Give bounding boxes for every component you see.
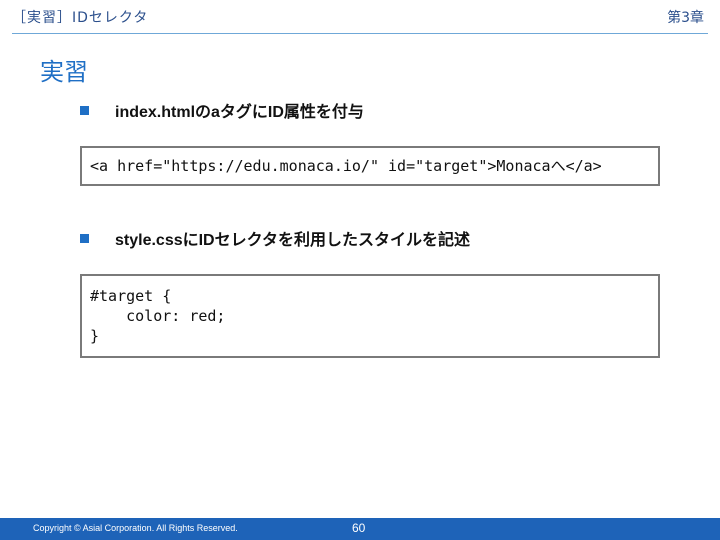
copyright-text: Copyright © Asial Corporation. All Right… (33, 523, 238, 533)
css-code-box: #target { color: red; } (80, 274, 660, 358)
bullet-square-icon (80, 105, 89, 115)
bullet-text: style.cssにIDセレクタを利用したスタイルを記述 (115, 232, 470, 249)
section-title: ［実習］IDセレクタ (12, 10, 149, 26)
chapter-label: 第3章 (667, 10, 704, 26)
bullet-item: index.htmlのaタグにID属性を付与 (80, 98, 364, 122)
header-divider (12, 33, 708, 34)
bullet-square-icon (80, 233, 89, 243)
page-number: 60 (352, 521, 366, 535)
bullet-item: style.cssにIDセレクタを利用したスタイルを記述 (80, 226, 470, 250)
footer-bar: Copyright © Asial Corporation. All Right… (0, 518, 720, 540)
html-code-box: <a href="https://edu.monaca.io/" id="tar… (80, 146, 660, 186)
slide-title: 実習 (40, 58, 88, 86)
bullet-text: index.htmlのaタグにID属性を付与 (115, 104, 364, 121)
